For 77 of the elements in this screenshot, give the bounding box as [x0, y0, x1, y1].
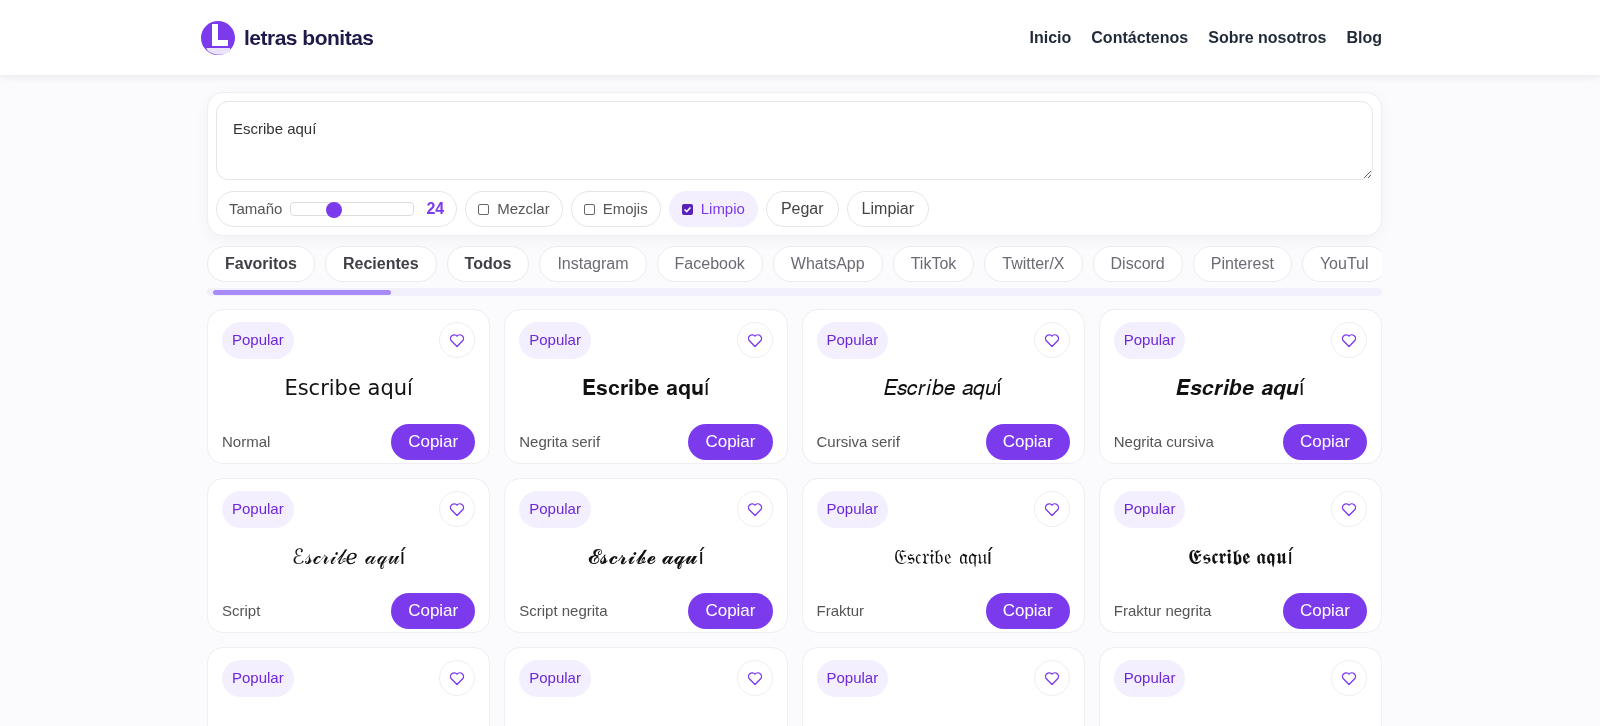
- style-preview: 𝕰𝖘𝖈𝖗𝖎𝖇𝖊 𝖆𝖖𝖚í: [1186, 543, 1295, 571]
- copy-button[interactable]: Copiar: [688, 593, 773, 629]
- nav-link[interactable]: Sobre nosotros: [1208, 25, 1327, 50]
- logo-icon: [200, 19, 236, 56]
- style-preview: 𝐄𝐬𝐜𝐫𝐢𝐛𝐞 𝐚𝐪𝐮í: [581, 374, 711, 402]
- copy-button[interactable]: Copiar: [1282, 424, 1367, 460]
- text-input-field[interactable]: Escribe aquí: [216, 101, 1373, 180]
- slider-thumb[interactable]: [326, 202, 343, 218]
- style-preview: 𝐸𝑠𝑐𝑟𝑖𝑏𝑒 𝑎𝑞𝑢í: [883, 374, 1003, 402]
- popular-tag: Popular: [222, 660, 294, 697]
- nav-link[interactable]: Blog: [1346, 25, 1382, 50]
- heart-icon: [1341, 670, 1357, 686]
- heart-icon: [746, 670, 763, 686]
- horizontal-scrollbar[interactable]: [207, 288, 1382, 296]
- style-name: Script negrita: [519, 600, 608, 621]
- style-preview: 𝓔𝓼𝓬𝓻𝓲𝓫𝓮 𝓪𝓺𝓾í: [586, 543, 706, 571]
- category-tab[interactable]: Pinterest: [1192, 246, 1292, 282]
- checkbox[interactable]: [681, 203, 693, 215]
- heart-icon: [1341, 332, 1357, 348]
- style-preview: 𝑬𝒔𝒄𝒓𝒊𝒃𝒆 𝒂𝒒𝒖í: [1175, 374, 1306, 402]
- copy-button[interactable]: Copiar: [391, 424, 476, 460]
- style-name: Cursiva serif: [816, 431, 900, 452]
- category-tab[interactable]: TikTok: [892, 246, 975, 282]
- checkbox[interactable]: [478, 203, 490, 215]
- heart-icon: [449, 501, 466, 517]
- popular-tag: Popular: [519, 660, 591, 697]
- heart-icon: [746, 501, 763, 517]
- size-label: Tamaño: [229, 198, 283, 219]
- copy-button[interactable]: Copiar: [688, 424, 773, 460]
- heart-icon: [1341, 501, 1357, 517]
- popular-tag: Popular: [816, 322, 889, 359]
- nav-link[interactable]: Inicio: [1029, 25, 1072, 50]
- copy-button[interactable]: Copiar: [985, 424, 1070, 460]
- heart-icon: [449, 332, 466, 348]
- popular-tag: Popular: [816, 660, 889, 697]
- popular-tag: Popular: [222, 491, 294, 528]
- style-preview: ℰ𝓈𝒸𝓇𝒾𝒷ℯ 𝒶𝓆𝓊í: [290, 543, 407, 571]
- popular-tag: Popular: [519, 322, 591, 359]
- popular-tag: Popular: [1113, 660, 1186, 697]
- action-button[interactable]: Pegar: [765, 191, 839, 227]
- category-tab[interactable]: Discord: [1092, 246, 1183, 282]
- popular-tag: Popular: [1113, 491, 1186, 528]
- style-name: Script: [222, 600, 261, 621]
- category-tab[interactable]: WhatsApp: [772, 246, 883, 282]
- style-name: Normal: [222, 431, 271, 452]
- heart-icon: [1043, 670, 1060, 686]
- popular-tag: Popular: [1113, 322, 1186, 359]
- heart-icon: [449, 670, 466, 686]
- popular-tag: Popular: [816, 491, 889, 528]
- checkbox[interactable]: [583, 203, 595, 215]
- popular-tag: Popular: [519, 491, 591, 528]
- style-preview: 𝔈𝔰𝔠𝔯𝔦𝔟𝔢 𝔞𝔮𝔲í: [892, 543, 994, 571]
- style-name: Negrita cursiva: [1113, 431, 1214, 452]
- heart-icon: [1043, 332, 1060, 348]
- category-tab[interactable]: YouTul: [1301, 246, 1382, 282]
- option-toggle[interactable]: Limpio: [668, 191, 758, 227]
- copy-button[interactable]: Copiar: [985, 593, 1070, 629]
- category-tab[interactable]: Favoritos: [207, 246, 315, 282]
- style-preview: Escribe aquí: [283, 374, 414, 402]
- nav-link[interactable]: Contáctenos: [1091, 25, 1189, 50]
- size-value: 24: [426, 199, 445, 219]
- style-name: Negrita serif: [519, 431, 601, 452]
- category-tab[interactable]: Recientes: [325, 246, 437, 282]
- category-tab[interactable]: Facebook: [656, 246, 763, 282]
- style-name: Fraktur: [816, 600, 864, 621]
- action-button[interactable]: Limpiar: [846, 191, 930, 227]
- copy-button[interactable]: Copiar: [391, 593, 476, 629]
- category-tab[interactable]: Twitter/X: [984, 246, 1083, 282]
- heart-icon: [746, 332, 763, 348]
- copy-button[interactable]: Copiar: [1282, 593, 1367, 629]
- popular-tag: Popular: [222, 322, 294, 359]
- category-tab[interactable]: Todos: [446, 246, 530, 282]
- heart-icon: [1043, 501, 1060, 517]
- style-name: Fraktur negrita: [1113, 600, 1212, 621]
- logo-text: letras bonitas: [244, 24, 374, 51]
- category-tab[interactable]: Instagram: [539, 246, 647, 282]
- size-slider[interactable]: [290, 202, 415, 216]
